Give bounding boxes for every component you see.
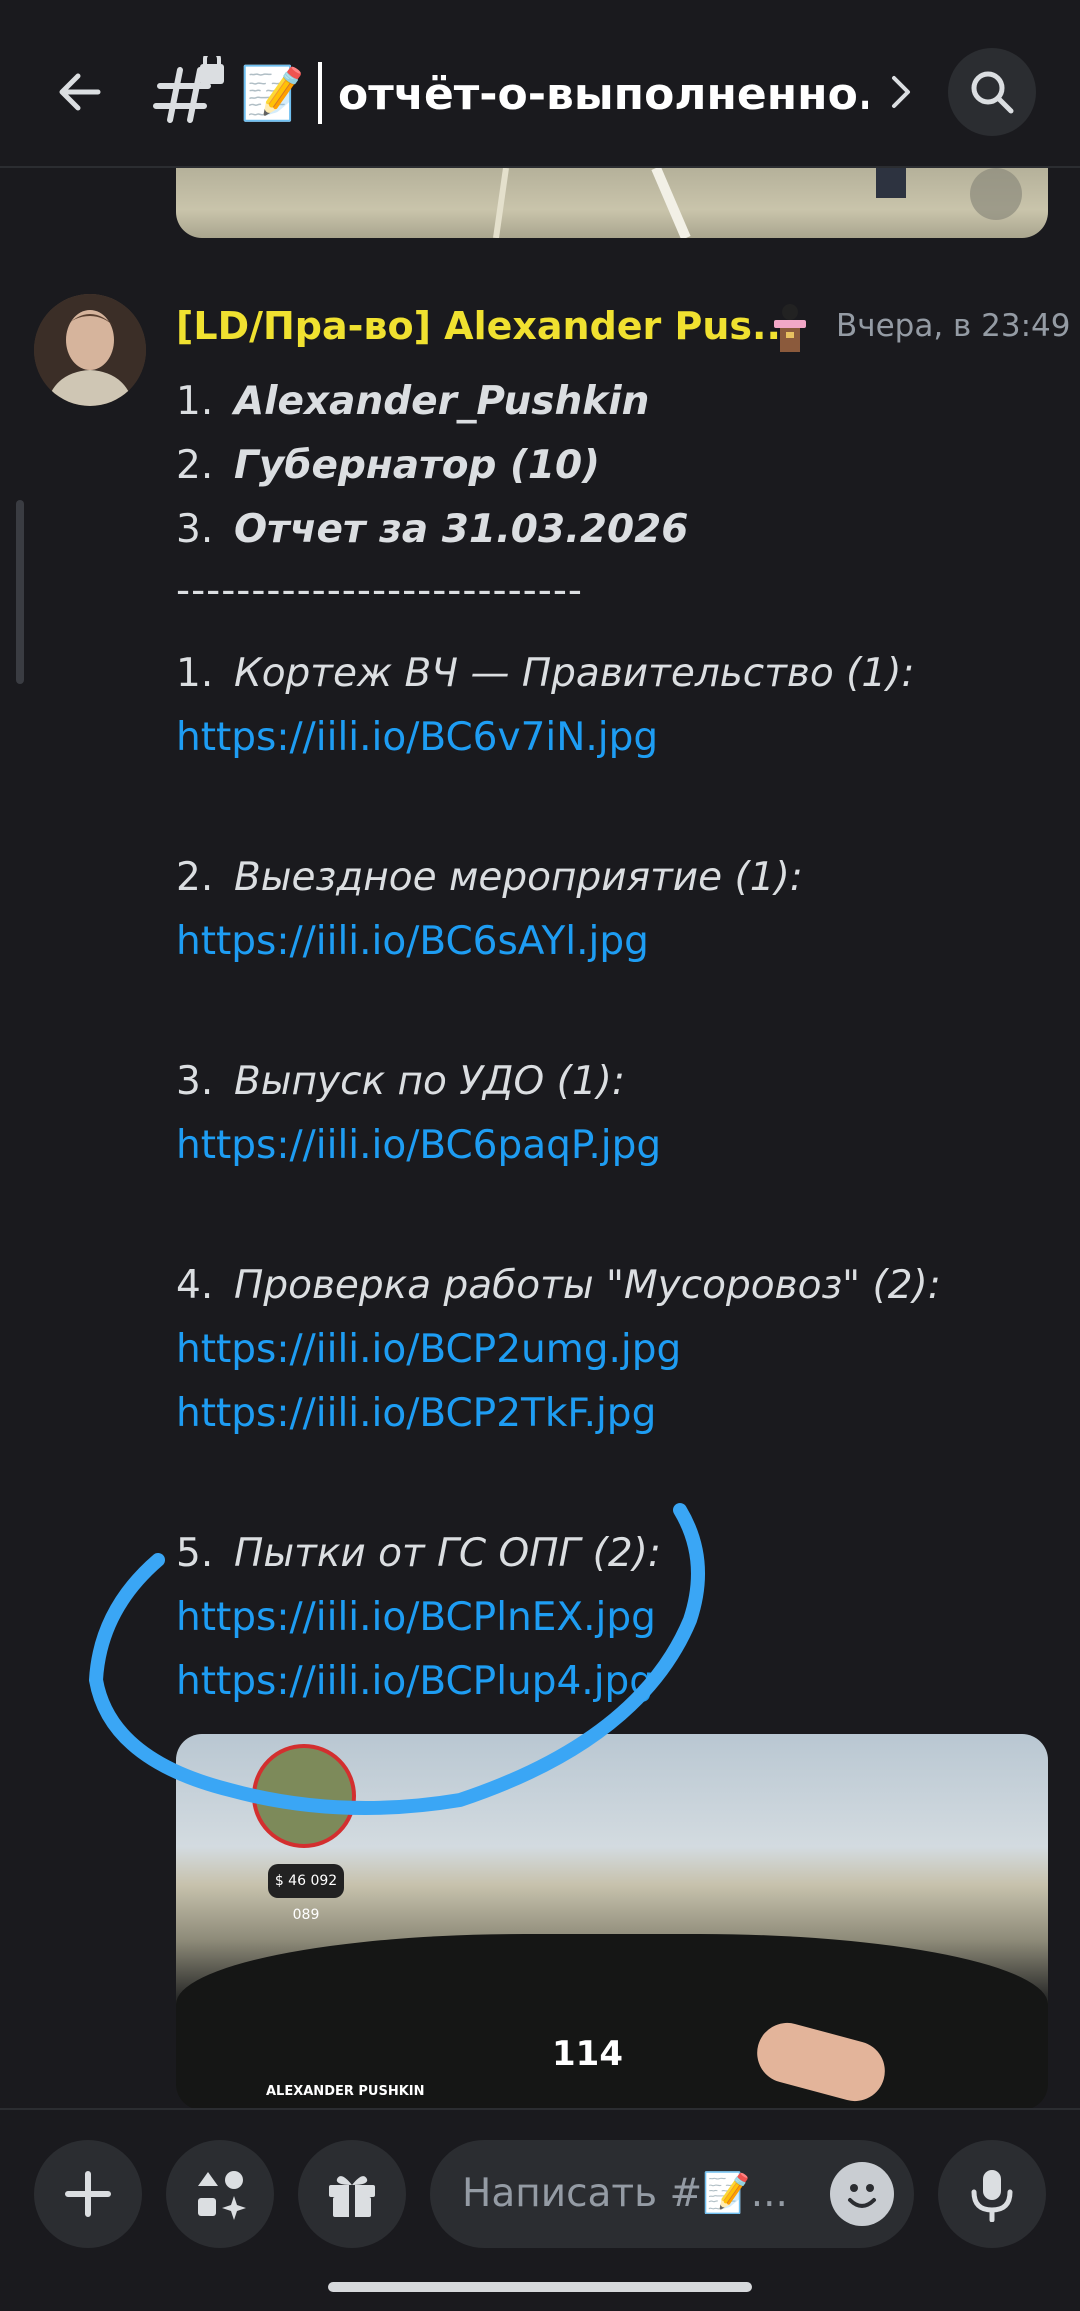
previous-image-attachment[interactable] <box>176 168 1048 238</box>
memo-emoji-icon: 📝 <box>240 64 305 124</box>
locked-hash-icon <box>153 56 224 123</box>
username[interactable]: [LD/Пра-во] Alexander Pus... <box>176 296 795 356</box>
previous-image-scene <box>493 168 1022 238</box>
smiley-emoji-icon <box>848 2184 876 2208</box>
back-button[interactable] <box>44 56 116 128</box>
gift-icon <box>329 2176 375 2217</box>
report-title: 3. Выпуск по УДО (1): <box>176 1059 625 1104</box>
list-item: 3. Отчет за 31.03.2026 <box>176 507 689 552</box>
add-attachment-button[interactable] <box>34 2140 142 2248</box>
image-attachment[interactable]: $ 46 092 089 114 ALEXANDER PUSHKIN <box>176 1734 1048 2110</box>
apps-button[interactable] <box>166 2140 274 2248</box>
report-link[interactable]: https://iili.io/BCP2umg.jpg <box>176 1318 1056 1382</box>
report-link[interactable]: https://iili.io/BC6paqP.jpg <box>176 1114 1056 1178</box>
avatar[interactable] <box>34 294 146 406</box>
message-input[interactable]: Написать #📝... <box>430 2140 914 2248</box>
game-speedometer: 114 <box>552 2034 623 2074</box>
report-link[interactable]: https://iili.io/BCPlnEX.jpg <box>176 1586 1056 1650</box>
report-title: 2. Выездное мероприятие (1): <box>176 855 803 900</box>
report-link[interactable]: https://iili.io/BCP2TkF.jpg <box>176 1382 1056 1446</box>
avatar-photo <box>34 294 146 406</box>
message-timestamp: Вчера, в 23:49 <box>836 308 1071 344</box>
game-player-name: ALEXANDER PUSHKIN <box>266 2084 425 2099</box>
report-link[interactable]: https://iili.io/BCPlup4.jpg <box>176 1650 1056 1714</box>
message-body: 1. Alexander_Pushkin 2. Губернатор (10) 3.… <box>176 370 1056 1714</box>
divider-line: --------------------------- <box>176 568 583 613</box>
chevron-right-icon[interactable] <box>880 70 920 114</box>
title-separator <box>318 62 322 124</box>
message-input-placeholder: Написать #📝... <box>462 2171 788 2216</box>
voice-message-button[interactable] <box>938 2140 1046 2248</box>
list-item: 2. Губернатор (10) <box>176 443 600 488</box>
arrow-left-icon <box>59 73 101 111</box>
scroll-indicator[interactable] <box>16 500 24 684</box>
emoji-button[interactable] <box>830 2162 894 2226</box>
game-minimap <box>252 1744 356 1848</box>
report-title: 4. Проверка работы "Мусоровоз" (2): <box>176 1263 941 1308</box>
apps-sparkle-icon <box>198 2171 246 2220</box>
search-button[interactable] <box>948 48 1036 136</box>
message-header: [LD/Пра-во] Alexander Pus... Вчера, в 23… <box>176 296 1071 356</box>
podium-badge-icon <box>774 304 806 352</box>
report-link[interactable]: https://iili.io/BC6sAYl.jpg <box>176 910 1056 974</box>
report-title: 1. Кортеж ВЧ — Правительство (1): <box>176 651 915 696</box>
report-link[interactable]: https://iili.io/BC6v7iN.jpg <box>176 706 1056 770</box>
channel-title[interactable]: отчёт-о-выполненно... <box>338 60 868 130</box>
list-item: 1. Alexander_Pushkin <box>176 379 650 424</box>
discord-channel-screen: 📝 отчёт-о-выполненно... [LD/Пра-во] Alex… <box>0 0 1080 2311</box>
plus-icon <box>65 2171 111 2217</box>
microphone-icon <box>971 2170 1013 2222</box>
search-icon <box>971 71 1014 114</box>
report-title: 5. Пытки от ГС ОПГ (2): <box>176 1531 662 1576</box>
home-indicator[interactable] <box>328 2282 752 2292</box>
game-money-display: $ 46 092 089 <box>268 1864 344 1923</box>
gift-button[interactable] <box>298 2140 406 2248</box>
channel-header: 📝 отчёт-о-выполненно... <box>0 0 1080 168</box>
